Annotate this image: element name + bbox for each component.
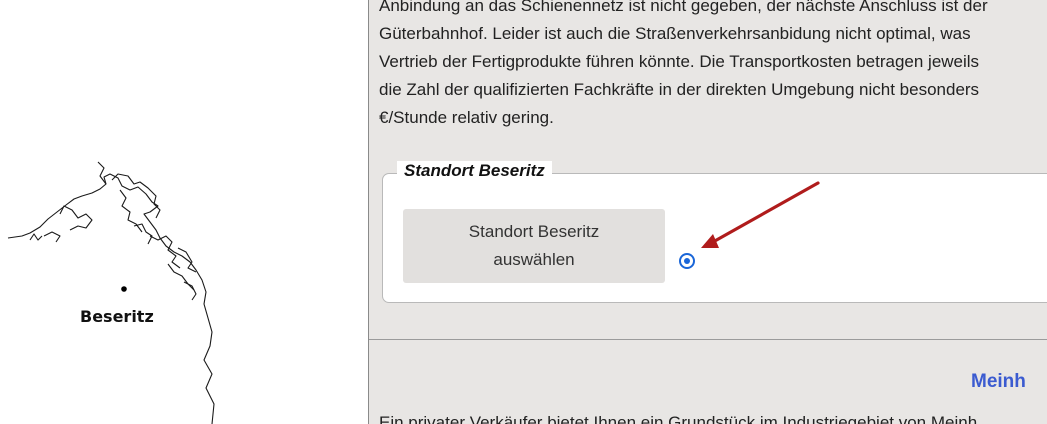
paragraph-line: die Zahl der qualifizierten Fachkräfte i…: [379, 80, 980, 99]
paragraph-line: €/Stunde relativ gering.: [379, 108, 554, 127]
fieldset-legend: Standort Beseritz: [397, 161, 552, 181]
paragraph-line: Vertrieb der Fertigprodukte führen könnt…: [379, 52, 980, 71]
content-panel: Anbindung an das Schienennetz ist nicht …: [368, 0, 1047, 424]
city-label-beseritz: Beseritz: [80, 307, 154, 326]
section-divider: [369, 339, 1047, 340]
city-dot: [121, 286, 127, 292]
paragraph-line: Güterbahnhof. Leider ist auch die Straße…: [379, 24, 971, 43]
select-location-button[interactable]: Standort Beseritz auswählen: [403, 209, 665, 283]
map-panel: Beseritz: [0, 0, 368, 424]
coastline-map: [7, 161, 215, 424]
section-title: Meinh: [971, 371, 1026, 392]
section-text: Ein privater Verkäufer bietet Ihnen ein …: [379, 413, 978, 424]
paragraph-line: Anbindung an das Schienennetz ist nicht …: [379, 0, 988, 15]
annotation-arrow-icon: [701, 181, 820, 248]
description-paragraph: Anbindung an das Schienennetz ist nicht …: [379, 0, 1047, 132]
